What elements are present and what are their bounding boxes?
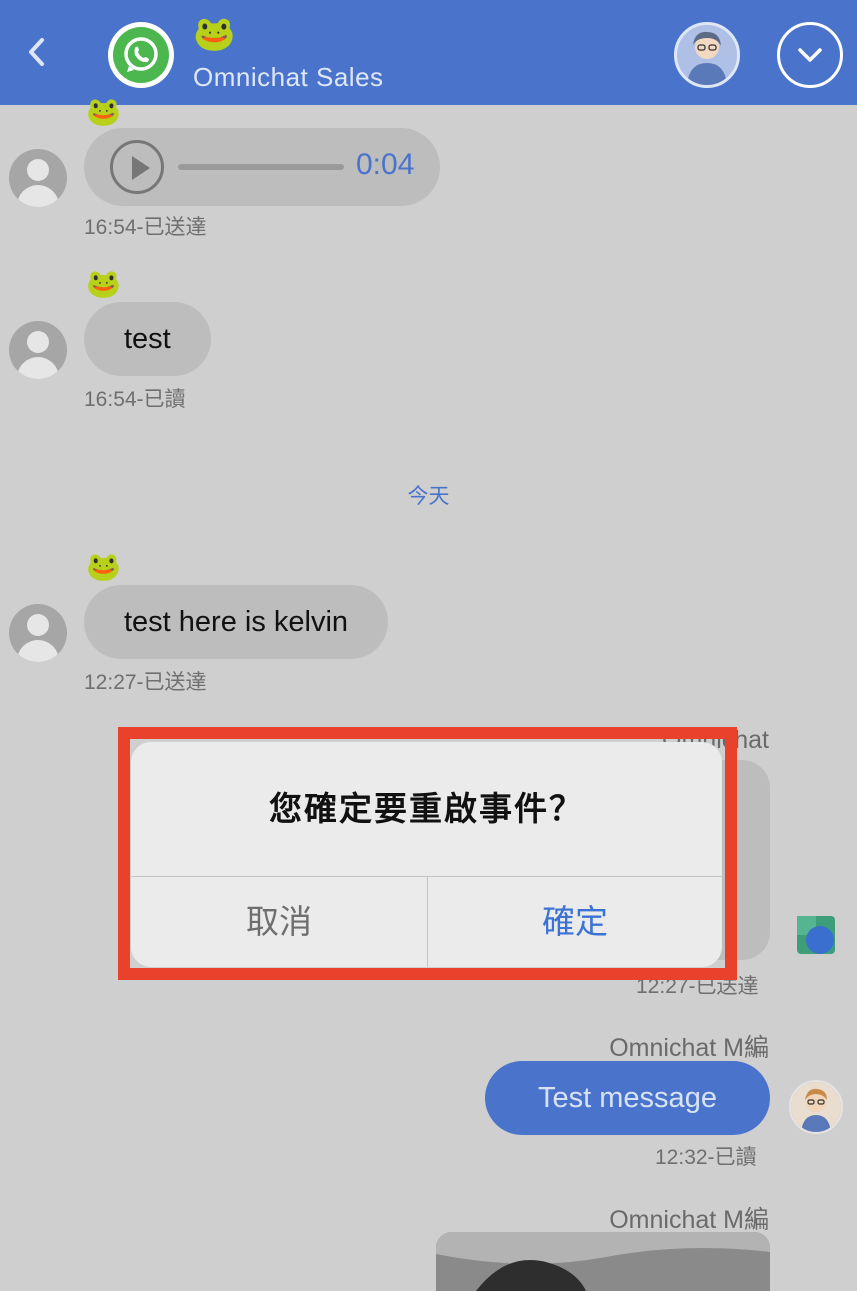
agent-avatar[interactable] <box>674 22 740 88</box>
channel-title: Omnichat Sales <box>193 62 384 92</box>
sender-frog-emoji: 🐸 <box>86 95 121 128</box>
contact-avatar <box>9 149 67 207</box>
incoming-message-bubble: test <box>84 302 211 376</box>
whatsapp-channel-icon <box>108 22 174 88</box>
agent-message-avatar <box>789 1080 843 1134</box>
sender-name: Omnichat M編 <box>609 1034 769 1062</box>
message-meta: 12:27-已送達 <box>84 671 207 694</box>
chat-header: 🐸 Omnichat Sales <box>0 0 857 105</box>
message-meta: 16:54-已讀 <box>84 388 186 411</box>
image-message-thumbnail[interactable] <box>436 1232 770 1291</box>
date-separator: 今天 <box>407 485 450 508</box>
audio-message-bubble: 0:04 <box>84 128 440 206</box>
dropdown-button[interactable] <box>777 22 843 88</box>
chevron-down-icon <box>798 48 822 62</box>
incoming-message-bubble: test here is kelvin <box>84 585 389 659</box>
sender-frog-emoji: 🐸 <box>86 550 121 583</box>
outgoing-message-bubble: Test message <box>485 1061 770 1135</box>
confirm-dialog: 您確定要重啟事件？ 取消 確定 <box>131 742 722 967</box>
play-icon[interactable] <box>110 140 164 194</box>
header-frog-emoji: 🐸 <box>193 14 236 54</box>
audio-duration: 0:04 <box>356 148 415 181</box>
contact-avatar <box>9 321 67 379</box>
bot-icon <box>797 916 835 954</box>
message-meta: 12:32-已讀 <box>655 1146 757 1169</box>
cancel-button[interactable]: 取消 <box>131 877 427 967</box>
dialog-title: 您確定要重啟事件？ <box>269 790 584 827</box>
sender-name: Omnichat M編 <box>609 1206 769 1234</box>
message-meta: 16:54-已送達 <box>84 216 207 239</box>
confirm-button[interactable]: 確定 <box>428 877 722 967</box>
contact-avatar <box>9 604 67 662</box>
audio-progress-track[interactable] <box>178 164 344 170</box>
back-arrow-icon[interactable] <box>22 32 52 72</box>
sender-frog-emoji: 🐸 <box>86 267 121 300</box>
